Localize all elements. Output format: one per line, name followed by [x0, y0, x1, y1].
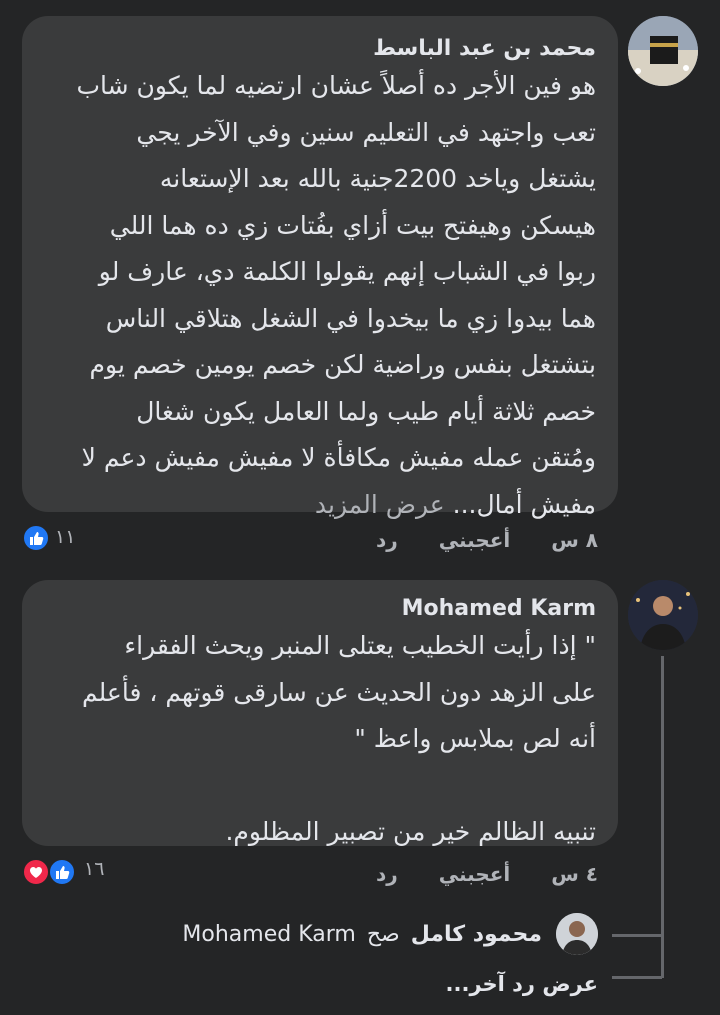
reply-author[interactable]: محمود كامل	[411, 922, 542, 947]
commenter-avatar[interactable]	[628, 580, 698, 650]
comment-author[interactable]: محمد بن عبد الباسط	[44, 36, 596, 61]
reaction-count[interactable]: ١٦	[84, 858, 104, 880]
like-button[interactable]: أعجبني	[439, 862, 511, 886]
see-more-link[interactable]: عرض المزيد	[315, 490, 445, 519]
reply-mention[interactable]: Mohamed Karm	[182, 922, 355, 947]
comment-bubble: Mohamed Karm " إذا رأيت الخطيب يعتلى الم…	[22, 580, 618, 846]
comment-time[interactable]: ٤ س	[551, 862, 598, 886]
reply-preview[interactable]: محمود كامل صح Mohamed Karm	[182, 922, 542, 947]
love-icon	[22, 858, 50, 886]
comment-actions: ٨ س أعجبني رد	[376, 528, 598, 552]
comment-text: " إذا رأيت الخطيب يعتلى المنبر ويحث الفق…	[82, 631, 596, 846]
thread-connector	[612, 976, 662, 979]
reply-button[interactable]: رد	[376, 862, 398, 886]
comment-text: هو فين الأجر ده أصلاً عشان ارتضيه لما يك…	[76, 71, 596, 519]
like-button[interactable]: أعجبني	[439, 528, 511, 552]
comment-author[interactable]: Mohamed Karm	[44, 596, 596, 621]
view-more-replies[interactable]: عرض رد آخر...	[446, 972, 598, 996]
like-icon	[22, 524, 50, 552]
comment-bubble: محمد بن عبد الباسط هو فين الأجر ده أصلاً…	[22, 16, 618, 519]
reaction-count[interactable]: ١١	[55, 526, 75, 548]
comment-actions: ٤ س أعجبني رد	[376, 862, 598, 886]
thread-connector	[612, 934, 662, 937]
reply-button[interactable]: رد	[376, 528, 398, 552]
commenter-avatar[interactable]	[628, 16, 698, 86]
like-icon	[48, 858, 76, 886]
thread-line	[661, 656, 664, 978]
reply-text: صح	[366, 922, 400, 947]
reply-avatar[interactable]	[556, 913, 598, 955]
comment-time[interactable]: ٨ س	[551, 528, 598, 552]
